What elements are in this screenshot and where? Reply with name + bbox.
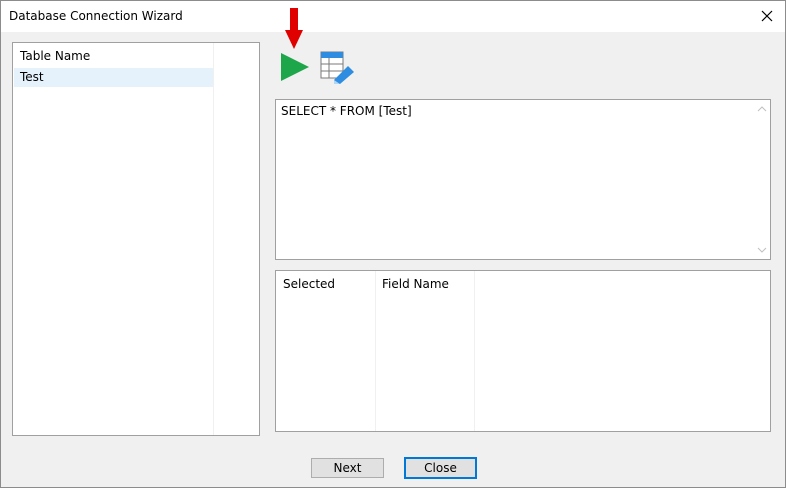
run-query-icon — [281, 53, 309, 81]
window-title: Database Connection Wizard — [9, 9, 183, 23]
run-query-button[interactable] — [278, 50, 312, 84]
column-divider — [474, 271, 475, 431]
scroll-up-icon[interactable] — [754, 102, 770, 116]
table-list-item-test[interactable]: Test — [14, 68, 213, 87]
table-list-item-label: Test — [20, 70, 44, 84]
red-arrow-down-icon — [285, 8, 303, 49]
selected-column-header[interactable]: Selected — [283, 277, 335, 291]
table-list[interactable]: Table Name Test — [12, 42, 260, 436]
close-icon — [761, 10, 773, 22]
sql-query-textarea[interactable]: SELECT * FROM [Test] — [275, 99, 771, 260]
sql-scrollbar[interactable] — [754, 100, 770, 259]
close-button[interactable]: Close — [404, 457, 477, 479]
table-design-icon — [320, 51, 354, 84]
field-list[interactable]: Selected Field Name — [275, 270, 771, 432]
close-window-button[interactable] — [753, 3, 781, 29]
sql-query-text: SELECT * FROM [Test] — [281, 104, 412, 118]
column-divider — [213, 43, 214, 435]
title-bar: Database Connection Wizard — [1, 1, 785, 32]
next-button[interactable]: Next — [311, 458, 384, 478]
scroll-down-icon[interactable] — [754, 243, 770, 257]
column-divider — [375, 271, 376, 431]
table-design-button[interactable] — [320, 50, 356, 84]
field-name-column-header[interactable]: Field Name — [382, 277, 449, 291]
table-name-header[interactable]: Table Name — [20, 49, 90, 63]
wizard-window: Database Connection Wizard Table Name Te… — [0, 0, 786, 488]
